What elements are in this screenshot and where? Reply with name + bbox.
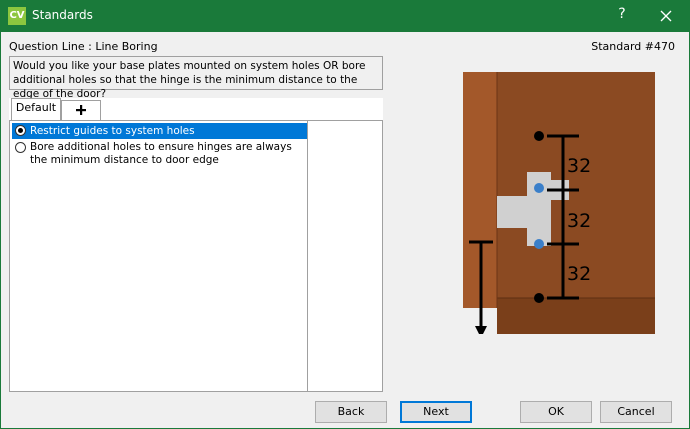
back-button[interactable]: Back [315,401,387,423]
standard-number-label: Standard #470 [591,40,675,53]
tab-default[interactable]: Default [11,98,61,120]
ok-button[interactable]: OK [520,401,592,423]
cancel-button[interactable]: Cancel [600,401,672,423]
radio-unselected-icon[interactable] [15,142,26,153]
hinge-arm-icon [497,196,541,228]
option-label: Restrict guides to system holes [30,125,195,137]
arrow-down-icon [475,326,487,334]
hinge-line-boring-illustration: 32 32 32 [463,72,655,334]
question-text: Would you like your base plates mounted … [9,56,383,100]
title-bar: CV Standards ? [0,0,690,32]
app-logo-icon: CV [8,7,26,25]
option-bore-additional[interactable]: Bore additional holes to ensure hinges a… [12,141,307,167]
radio-selected-icon[interactable] [15,125,26,136]
dialog-body: Question Line : Line Boring Standard #47… [0,32,690,429]
plus-icon [76,105,86,115]
close-button[interactable] [650,4,682,28]
window-title: Standards [32,8,93,22]
list-divider [307,121,308,391]
system-hole-icon [534,183,544,193]
next-button[interactable]: Next [400,401,472,423]
help-button[interactable]: ? [608,6,636,22]
boring-point-icon [534,293,544,303]
dimension-label: 32 [567,210,591,232]
dimension-label: 32 [567,263,591,285]
options-list: Restrict guides to system holes Bore add… [9,120,383,392]
option-restrict-guides[interactable]: Restrict guides to system holes [12,123,307,139]
tab-strip: Default [9,98,383,120]
dimension-label: 32 [567,155,591,177]
option-label: Bore additional holes to ensure hinges a… [30,141,292,166]
add-tab-button[interactable] [61,100,101,120]
close-icon [660,10,672,22]
boring-point-icon [534,131,544,141]
question-line-label: Question Line : Line Boring [9,40,158,53]
cabinet-bottom [497,298,655,334]
system-hole-icon [534,239,544,249]
